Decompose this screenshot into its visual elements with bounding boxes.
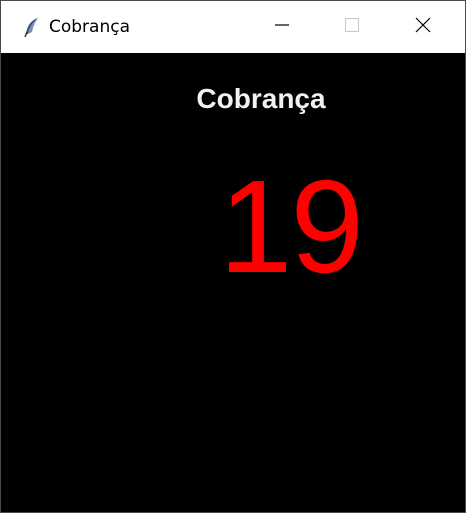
app-window: Cobrança Cobrança 19: [0, 0, 466, 513]
close-button[interactable]: [400, 1, 446, 53]
maximize-button[interactable]: [329, 1, 375, 53]
minimize-button[interactable]: [259, 1, 305, 53]
maximize-icon: [345, 17, 359, 37]
close-icon: [415, 17, 431, 38]
window-title: Cobrança: [49, 17, 131, 37]
feather-icon: [21, 16, 43, 38]
title-bar[interactable]: Cobrança: [1, 1, 465, 53]
window-content: Cobrança 19: [9, 54, 455, 504]
page-title: Cobrança: [196, 83, 326, 114]
counter-value: 19: [219, 153, 364, 300]
minimize-icon: [275, 18, 289, 37]
